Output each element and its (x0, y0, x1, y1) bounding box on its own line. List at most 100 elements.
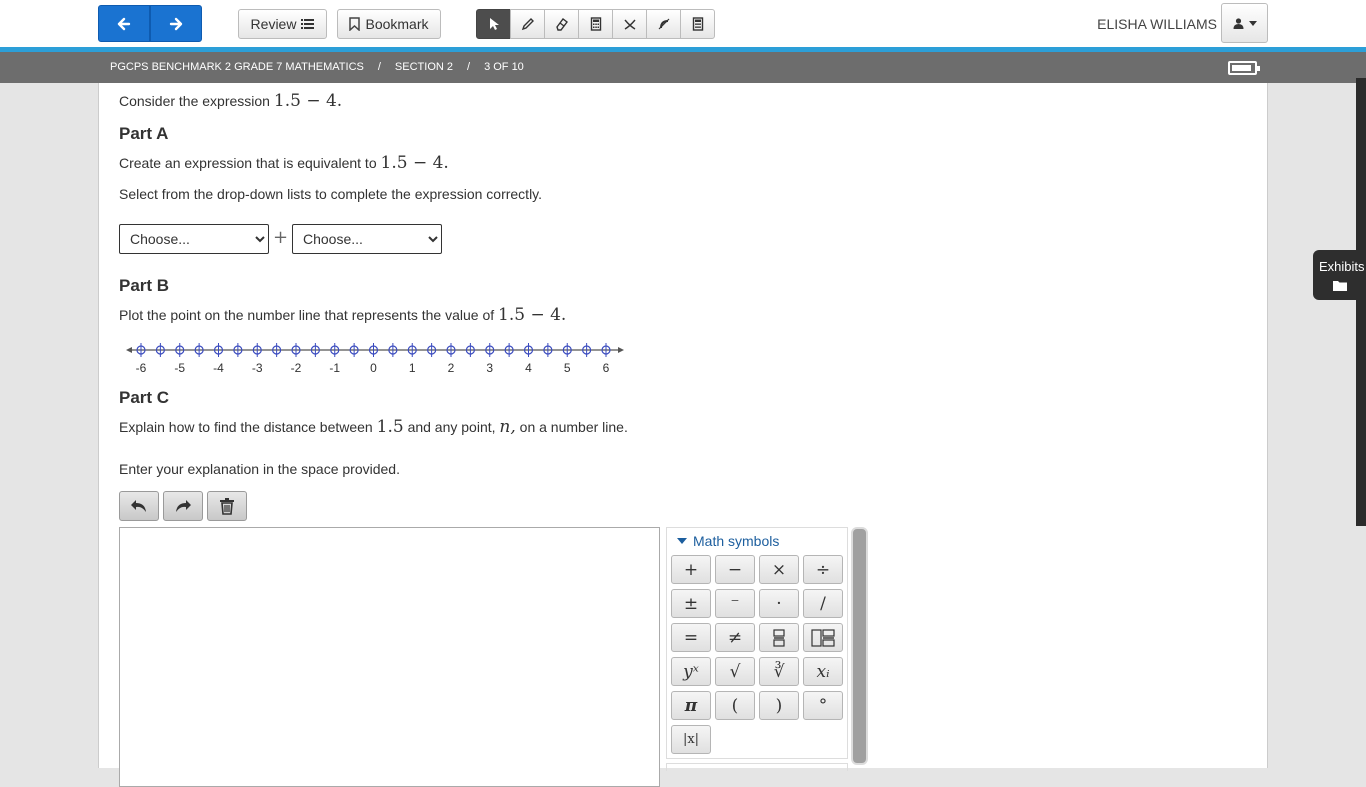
number-line-label: 3 (486, 361, 493, 375)
number-line-label: -4 (213, 361, 224, 375)
degree-symbol-button[interactable]: ° (803, 691, 843, 720)
dot-symbol-button[interactable]: · (759, 589, 799, 618)
delete-button[interactable] (207, 491, 247, 521)
user-menu-button[interactable] (1221, 3, 1268, 43)
cube-root-button[interactable]: ∛ (759, 657, 799, 686)
eraser-tool[interactable] (544, 9, 579, 39)
previous-button[interactable] (98, 5, 150, 42)
subscript-button[interactable]: xᵢ (803, 657, 843, 686)
intro-expression: 1.5 − 4. (273, 91, 343, 111)
eraser-icon (555, 18, 568, 31)
bookmark-button[interactable]: Bookmark (337, 9, 441, 39)
review-button[interactable]: Review (238, 9, 327, 39)
number-line-label: 1 (409, 361, 416, 375)
number-line-label: -6 (136, 361, 147, 375)
breadcrumb-bar: PGCPS BENCHMARK 2 GRADE 7 MATHEMATICS / … (0, 52, 1366, 83)
absolute-value-button[interactable]: |x| (671, 725, 711, 754)
exponent-button[interactable]: yˣ (671, 657, 711, 686)
answer-eliminator-tool[interactable] (612, 9, 647, 39)
part-a-heading: Part A (119, 124, 169, 143)
explanation-editor[interactable] (119, 527, 660, 787)
fraction-button[interactable] (759, 623, 799, 652)
number-line-label: 5 (564, 361, 571, 375)
breadcrumb-position: 3 OF 10 (484, 61, 524, 73)
plus-operator: + (273, 227, 289, 248)
part-c-heading: Part C (119, 388, 170, 407)
number-line-label: 2 (448, 361, 455, 375)
calculator-icon (590, 17, 601, 31)
not-equal-symbol-button[interactable]: ≠ (715, 623, 755, 652)
close-paren-button[interactable]: ) (759, 691, 799, 720)
pi-symbol-button[interactable]: π (671, 691, 711, 720)
equals-symbol-button[interactable]: = (671, 623, 711, 652)
part-c-value: 1.5 (376, 417, 404, 437)
undo-button[interactable] (119, 491, 159, 521)
number-line-label: 6 (603, 361, 610, 375)
breadcrumb-test: PGCPS BENCHMARK 2 GRADE 7 MATHEMATICS (110, 61, 364, 73)
number-line-label: -1 (329, 361, 340, 375)
intro-line: Consider the expression 1.5 − 4. (119, 91, 342, 111)
user-icon (1233, 17, 1243, 29)
redo-icon (176, 500, 191, 512)
exhibits-label: Exhibits (1319, 259, 1365, 274)
palette-scrollbar[interactable] (851, 527, 868, 765)
part-c-text-c: on a number line. (519, 419, 628, 435)
protractor-tool[interactable] (646, 9, 681, 39)
highlighter-tool[interactable] (510, 9, 545, 39)
next-palette-section (666, 763, 848, 771)
open-paren-button[interactable]: ( (715, 691, 755, 720)
redo-button[interactable] (163, 491, 203, 521)
tool-group (476, 9, 722, 39)
intro-text: Consider the expression (119, 93, 270, 109)
negative-symbol-button[interactable]: ⁻ (715, 589, 755, 618)
review-label: Review (250, 16, 297, 32)
arrow-left-icon (126, 347, 132, 353)
caret-down-icon (1248, 20, 1257, 26)
arrow-right-icon (618, 347, 624, 353)
fraction-icon (773, 628, 785, 647)
protractor-icon (658, 18, 669, 30)
number-line-label: 4 (525, 361, 532, 375)
part-c-instructions: Enter your explanation in the space prov… (119, 461, 400, 477)
top-toolbar: Review Bookmark ELISHA WILLIAMS (0, 0, 1366, 47)
bookmark-icon (349, 17, 361, 31)
plus-minus-symbol-button[interactable]: ± (671, 589, 711, 618)
breadcrumb: PGCPS BENCHMARK 2 GRADE 7 MATHEMATICS / … (110, 61, 524, 73)
mixed-number-icon (811, 628, 835, 647)
number-line-label: 0 (370, 361, 377, 375)
undo-icon (131, 500, 146, 512)
arrow-right-icon (169, 17, 183, 30)
times-symbol-button[interactable]: × (759, 555, 799, 584)
calculator-tool[interactable] (578, 9, 613, 39)
plus-symbol-button[interactable]: + (671, 555, 711, 584)
math-symbols-toggle[interactable]: Math symbols (677, 533, 779, 549)
divide-symbol-button[interactable]: ÷ (803, 555, 843, 584)
exhibits-button[interactable]: Exhibits (1313, 250, 1366, 300)
part-b-line: Plot the point on the number line that r… (119, 305, 566, 325)
folder-icon (1333, 281, 1347, 291)
expression-dropdown-2[interactable]: Choose... (292, 224, 442, 254)
mixed-number-button[interactable] (803, 623, 843, 652)
pointer-icon (489, 18, 499, 30)
next-button[interactable] (150, 5, 202, 42)
expression-dropdown-1[interactable]: Choose... (119, 224, 269, 254)
arrow-left-icon (117, 17, 131, 30)
bookmark-label: Bookmark (365, 16, 429, 32)
battery-icon (1228, 61, 1260, 75)
part-c-variable: n, (499, 417, 516, 437)
breadcrumb-section: SECTION 2 (394, 61, 453, 73)
list-icon (301, 19, 315, 29)
part-a-instructions: Select from the drop-down lists to compl… (119, 186, 543, 202)
part-c-text-a: Explain how to find the distance between (119, 419, 373, 435)
math-symbols-palette: Math symbols + − × ÷ ± ⁻ · / = ≠ yˣ √ ∛ … (666, 527, 848, 759)
minus-symbol-button[interactable]: − (715, 555, 755, 584)
question-panel: Consider the expression 1.5 − 4. Part A … (98, 83, 1268, 787)
square-root-button[interactable]: √ (715, 657, 755, 686)
part-a-line1: Create an expression that is equivalent … (119, 153, 449, 173)
pointer-tool[interactable] (476, 9, 511, 39)
page-scrollbar[interactable] (1356, 78, 1366, 526)
reference-sheet-tool[interactable] (680, 9, 715, 39)
slash-symbol-button[interactable]: / (803, 589, 843, 618)
number-line[interactable]: -6 -5 -4 -3 -2 -1 0 1 2 3 4 5 6 (123, 338, 633, 378)
number-line-label: -2 (291, 361, 302, 375)
